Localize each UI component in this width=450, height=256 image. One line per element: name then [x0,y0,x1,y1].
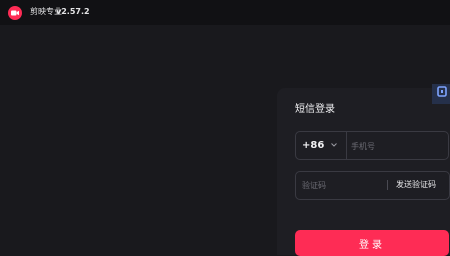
verification-code-input[interactable] [302,179,382,191]
login-button[interactable]: 登录 [295,230,449,256]
qr-code-icon [437,86,447,97]
code-field-divider [387,180,388,190]
login-title: 短信登录 [295,104,335,115]
phone-input[interactable] [351,140,443,152]
title-bar: 剪映专业 v2.57.2 [0,0,450,25]
country-code-select[interactable]: +86 [302,140,324,151]
chevron-down-icon[interactable] [330,141,338,149]
qr-login-toggle[interactable] [432,84,450,104]
app-version: v2.57.2 [56,7,90,16]
phone-field-divider [346,132,347,159]
send-code-button[interactable]: 发送验证码 [396,180,436,190]
app-logo-icon [8,6,22,20]
